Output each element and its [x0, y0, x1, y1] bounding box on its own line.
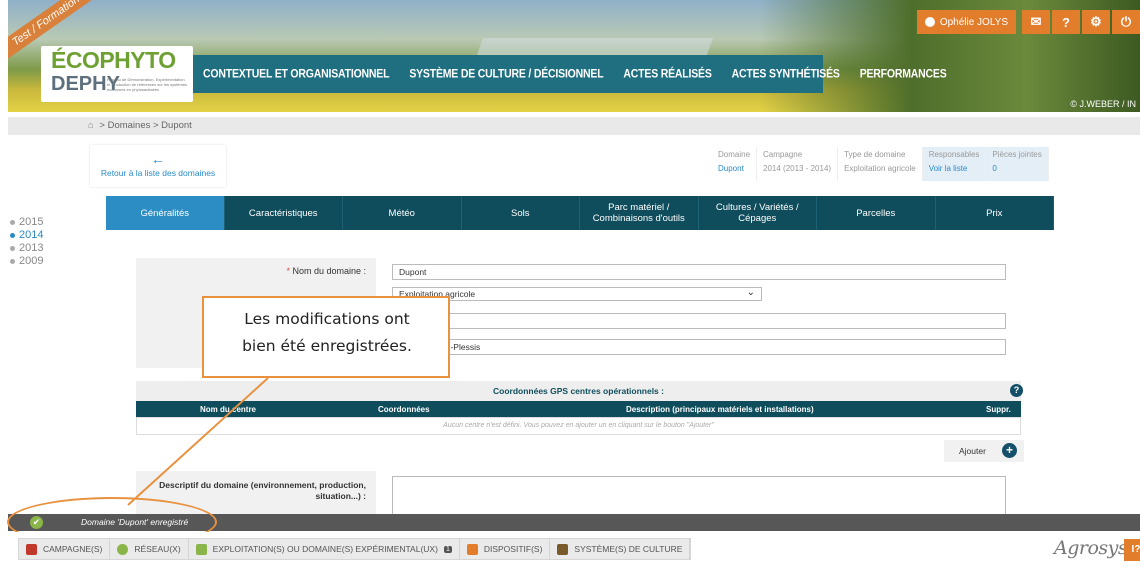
gps-section-title: Coordonnées GPS centres opérationnels : — [136, 381, 1021, 401]
nom-domaine-input[interactable]: Dupont — [392, 264, 1006, 280]
nav-actes-realises[interactable]: ACTES RÉALISÉS — [613, 67, 721, 80]
help-chip-button[interactable]: I? — [1124, 539, 1140, 561]
nav-actes-synthetises[interactable]: ACTES SYNTHÉTISÉS — [722, 67, 850, 80]
tab-generalites[interactable]: Généralités — [106, 196, 225, 237]
info-type-domaine: Type de domaine Exploitation agricole — [838, 147, 923, 181]
nav-performances[interactable]: PERFORMANCES — [850, 67, 957, 80]
logo-ecophyto-text: ÉCOPHYTO — [51, 47, 176, 73]
context-reseaux[interactable]: RÉSEAU(X) — [110, 539, 189, 559]
breadcrumb-path[interactable]: > Domaines > Dupont — [99, 120, 191, 131]
tab-caracteristiques[interactable]: Caractéristiques — [225, 196, 343, 230]
context-campagnes[interactable]: CAMPAGNE(S) — [19, 539, 111, 559]
domain-info-box: Domaine Dupont Campagne 2014 (2013 - 201… — [712, 147, 1049, 181]
network-icon — [117, 543, 129, 555]
tab-cultures[interactable]: Cultures / Variétés / Cépages — [699, 196, 817, 230]
user-toolbar: Ophélie JOLYS ✉ ? ⚙ ⏻ — [916, 10, 1140, 34]
mail-icon[interactable]: ✉ — [1022, 10, 1050, 34]
info-pieces-jointes: Pièces jointes 0 — [986, 147, 1049, 181]
pieces-jointes-link[interactable]: 0 — [992, 164, 1041, 173]
tab-sols[interactable]: Sols — [462, 196, 580, 230]
device-icon — [466, 543, 478, 555]
main-navigation: CONTEXTUEL ET ORGANISATIONNEL SYSTÈME DE… — [193, 55, 947, 93]
description-textarea[interactable] — [392, 476, 1006, 515]
commune-input[interactable]: du-Plessis — [392, 339, 1006, 355]
info-responsables: Responsables Voir la liste — [922, 147, 987, 181]
calendar-icon — [26, 543, 37, 555]
col-suppr: Suppr. — [986, 405, 1011, 414]
breadcrumb-bar: ⌂ > Domaines > Dupont — [8, 117, 1140, 135]
agrosyst-logo: Agrosyst — [1054, 537, 1135, 559]
gps-empty-message: Aucun centre n'est défini. Vous pouvez e… — [136, 417, 1021, 435]
tab-parc-materiel[interactable]: Parc matériel / Combinaisons d'outils — [580, 196, 699, 230]
campaign-item-2009[interactable]: 2009 — [10, 255, 70, 268]
annotation-text: Les modifications ont bien été enregistr… — [242, 310, 412, 355]
description-label: Descriptif du domaine (environnement, pr… — [159, 480, 366, 501]
campaign-list: 2015 2014 2013 2009 — [10, 216, 70, 268]
home-icon[interactable]: ⌂ — [88, 120, 94, 131]
bullet-icon — [10, 245, 15, 251]
user-icon — [924, 17, 935, 27]
app-header: Test / Formation ÉCOPHYTO DEPHY Réseau d… — [8, 0, 1140, 112]
back-link-label: Retour à la liste des domaines — [100, 168, 216, 178]
context-bar: CAMPAGNE(S) RÉSEAU(X) EXPLOITATION(S) OU… — [8, 532, 1140, 567]
nav-systeme-culture[interactable]: SYSTÈME DE CULTURE / DÉCISIONNEL — [399, 67, 613, 80]
domaine-link[interactable]: Dupont — [718, 164, 750, 173]
context-systemes-culture[interactable]: SYSTÈME(S) DE CULTURE — [550, 539, 691, 559]
info-campagne: Campagne 2014 (2013 - 2014) — [757, 147, 839, 181]
context-navigation: CAMPAGNE(S) RÉSEAU(X) EXPLOITATION(S) OU… — [18, 538, 692, 560]
user-name: Ophélie JOLYS — [939, 16, 1008, 28]
add-centre-button[interactable]: Ajouter + — [944, 440, 1024, 462]
bullet-icon — [10, 232, 15, 238]
responsables-link[interactable]: Voir la liste — [929, 164, 980, 173]
tab-prix[interactable]: Prix — [936, 196, 1054, 230]
info-domaine: Domaine Dupont — [712, 147, 758, 181]
chevron-down-icon: ⌄ — [746, 287, 755, 298]
logo-tagline: Réseau de Démonstration, Expérimentation… — [107, 77, 188, 92]
ecophyto-logo[interactable]: ÉCOPHYTO DEPHY Réseau de Démonstration, … — [41, 46, 193, 102]
bullet-icon — [10, 219, 15, 225]
gps-table-header: Nom du centre Coordonnées Description (p… — [136, 401, 1021, 417]
campaign-item-2015[interactable]: 2015 — [10, 216, 70, 229]
count-badge: 1 — [443, 545, 452, 553]
user-menu-button[interactable]: Ophélie JOLYS — [916, 10, 1016, 34]
campaign-item-2014[interactable]: 2014 — [10, 229, 70, 242]
gear-icon[interactable]: ⚙ — [1082, 10, 1110, 34]
plus-icon: + — [1002, 443, 1017, 458]
siret-input[interactable] — [392, 313, 1006, 329]
power-icon[interactable]: ⏻ — [1112, 10, 1140, 34]
context-exploitations[interactable]: EXPLOITATION(S) OU DOMAINE(S) EXPÉRIMENT… — [189, 539, 460, 559]
col-description: Description (principaux matériels et ins… — [626, 405, 814, 414]
col-nom-centre: Nom du centre — [200, 405, 257, 414]
nav-contextuel[interactable]: CONTEXTUEL ET ORGANISATIONNEL — [193, 67, 399, 80]
breadcrumb: ⌂ > Domaines > Dupont — [88, 120, 192, 131]
nom-domaine-label: * Nom du domaine : — [286, 266, 366, 276]
farm-icon — [195, 543, 207, 555]
help-icon[interactable]: ? — [1010, 384, 1023, 397]
tab-parcelles[interactable]: Parcelles — [817, 196, 936, 230]
bullet-icon — [10, 258, 15, 264]
domain-tabs: Généralités Caractéristiques Météo Sols … — [106, 196, 1054, 237]
photo-credit: © J.WEBER / IN — [1070, 99, 1136, 109]
arrow-left-icon: ← — [151, 151, 165, 167]
context-dispositifs[interactable]: DISPOSITIF(S) — [460, 539, 551, 559]
wheat-icon — [557, 543, 569, 555]
campaign-item-2013[interactable]: 2013 — [10, 242, 70, 255]
col-coordonnees: Coordonnées — [378, 405, 430, 414]
tab-meteo[interactable]: Météo — [343, 196, 462, 230]
back-to-list-link[interactable]: ← Retour à la liste des domaines — [90, 145, 226, 187]
help-icon[interactable]: ? — [1052, 10, 1080, 34]
